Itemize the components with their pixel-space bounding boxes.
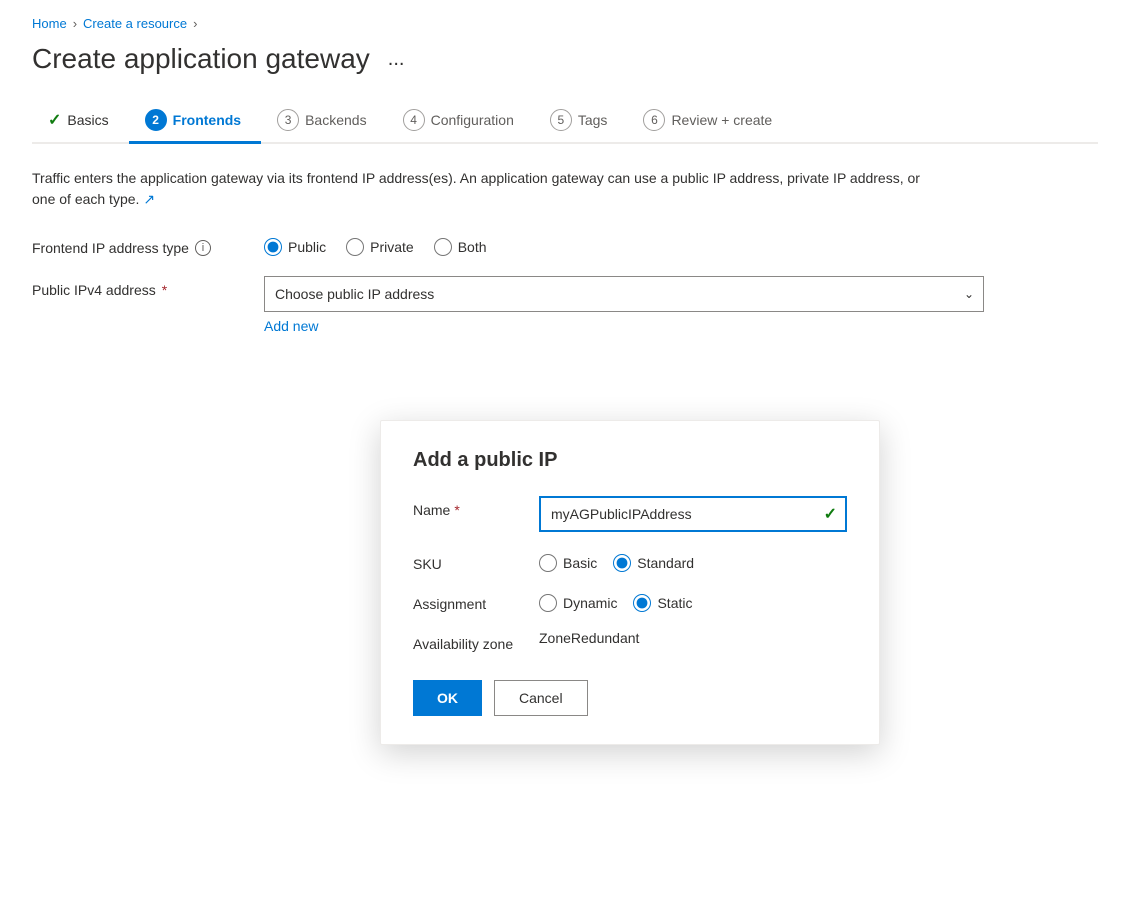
public-ipv4-row: Public IPv4 address * Choose public IP a… — [32, 276, 1098, 334]
frontend-ip-label: Frontend IP address type i — [32, 234, 232, 256]
tab-configuration-label: Configuration — [431, 112, 514, 128]
public-ipv4-label: Public IPv4 address * — [32, 276, 232, 298]
radio-private-label: Private — [370, 239, 414, 255]
page-container: Home › Create a resource › Create applic… — [0, 0, 1130, 913]
page-title: Create application gateway — [32, 43, 370, 75]
public-ipv4-required: * — [162, 282, 167, 298]
dialog-name-control: ✓ — [539, 496, 847, 532]
sku-standard-input[interactable] — [613, 554, 631, 572]
public-ipv4-control: Choose public IP address ⌄ Add new — [264, 276, 984, 334]
breadcrumb: Home › Create a resource › — [32, 16, 1098, 31]
public-ipv4-dropdown-wrapper: Choose public IP address ⌄ — [264, 276, 984, 312]
name-valid-check-icon: ✓ — [824, 504, 837, 524]
ellipsis-button[interactable]: ... — [382, 46, 411, 73]
dialog-name-label: Name * — [413, 496, 523, 518]
radio-public[interactable]: Public — [264, 238, 326, 256]
tab-tags-circle: 5 — [550, 109, 572, 131]
frontend-ip-radio-group: Public Private Both — [264, 234, 487, 256]
radio-both[interactable]: Both — [434, 238, 487, 256]
dialog-availability-label: Availability zone — [413, 630, 523, 652]
sku-radio-basic[interactable]: Basic — [539, 554, 597, 572]
add-new-link[interactable]: Add new — [264, 318, 318, 334]
sku-radio-group: Basic Standard — [539, 550, 847, 572]
assignment-radio-group: Dynamic Static — [539, 590, 847, 612]
assignment-radio-static[interactable]: Static — [633, 594, 692, 612]
tab-frontends-label: Frontends — [173, 112, 241, 128]
dialog-availability-control: ZoneRedundant — [539, 630, 847, 646]
radio-both-input[interactable] — [434, 238, 452, 256]
dialog-buttons: OK Cancel — [413, 680, 847, 716]
frontends-description: Traffic enters the application gateway v… — [32, 168, 932, 210]
sku-basic-label: Basic — [563, 555, 597, 571]
tab-configuration[interactable]: 4 Configuration — [387, 99, 534, 144]
radio-public-input[interactable] — [264, 238, 282, 256]
sku-standard-label: Standard — [637, 555, 694, 571]
tab-review-create-label: Review + create — [671, 112, 772, 128]
dialog-ok-button[interactable]: OK — [413, 680, 482, 716]
tab-review-create[interactable]: 6 Review + create — [627, 99, 792, 144]
radio-private[interactable]: Private — [346, 238, 414, 256]
tab-frontends-circle: 2 — [145, 109, 167, 131]
frontend-ip-info-icon[interactable]: i — [195, 240, 211, 256]
breadcrumb-home[interactable]: Home — [32, 16, 67, 31]
tab-frontends[interactable]: 2 Frontends — [129, 99, 261, 144]
sku-radio-standard[interactable]: Standard — [613, 554, 694, 572]
tab-backends-label: Backends — [305, 112, 366, 128]
name-input[interactable] — [539, 496, 847, 532]
dialog-title: Add a public IP — [413, 449, 847, 472]
dialog-sku-row: SKU Basic Standard — [413, 550, 847, 572]
page-title-row: Create application gateway ... — [32, 43, 1098, 75]
availability-zone-value: ZoneRedundant — [539, 626, 639, 646]
dialog-assignment-control: Dynamic Static — [539, 590, 847, 612]
dialog-assignment-label: Assignment — [413, 590, 523, 612]
description-link[interactable]: ↗ — [143, 191, 155, 207]
dialog-cancel-button[interactable]: Cancel — [494, 680, 588, 716]
breadcrumb-sep2: › — [193, 16, 197, 31]
sku-basic-input[interactable] — [539, 554, 557, 572]
tab-review-circle: 6 — [643, 109, 665, 131]
tab-configuration-circle: 4 — [403, 109, 425, 131]
tab-backends[interactable]: 3 Backends — [261, 99, 386, 144]
assignment-dynamic-input[interactable] — [539, 594, 557, 612]
assignment-radio-dynamic[interactable]: Dynamic — [539, 594, 617, 612]
radio-public-label: Public — [288, 239, 326, 255]
tabs-row: ✓ Basics 2 Frontends 3 Backends 4 Config… — [32, 99, 1098, 144]
add-public-ip-dialog: Add a public IP Name * ✓ SKU — [380, 420, 880, 745]
tab-basics[interactable]: ✓ Basics — [32, 100, 129, 143]
public-ipv4-dropdown[interactable]: Choose public IP address — [264, 276, 984, 312]
dialog-name-row: Name * ✓ — [413, 496, 847, 532]
dialog-availability-row: Availability zone ZoneRedundant — [413, 630, 847, 652]
name-input-wrapper: ✓ — [539, 496, 847, 532]
breadcrumb-create-resource[interactable]: Create a resource — [83, 16, 187, 31]
assignment-static-label: Static — [657, 595, 692, 611]
dialog-name-required: * — [454, 502, 459, 518]
dialog-sku-label: SKU — [413, 550, 523, 572]
breadcrumb-sep1: › — [73, 16, 77, 31]
tab-tags[interactable]: 5 Tags — [534, 99, 628, 144]
tab-basics-label: Basics — [67, 112, 108, 128]
dialog-sku-control: Basic Standard — [539, 550, 847, 572]
tab-backends-circle: 3 — [277, 109, 299, 131]
basics-check-icon: ✓ — [48, 110, 61, 130]
radio-private-input[interactable] — [346, 238, 364, 256]
assignment-static-input[interactable] — [633, 594, 651, 612]
radio-both-label: Both — [458, 239, 487, 255]
dialog-assignment-row: Assignment Dynamic Static — [413, 590, 847, 612]
frontend-ip-row: Frontend IP address type i Public Privat… — [32, 234, 1098, 256]
tab-tags-label: Tags — [578, 112, 608, 128]
assignment-dynamic-label: Dynamic — [563, 595, 617, 611]
